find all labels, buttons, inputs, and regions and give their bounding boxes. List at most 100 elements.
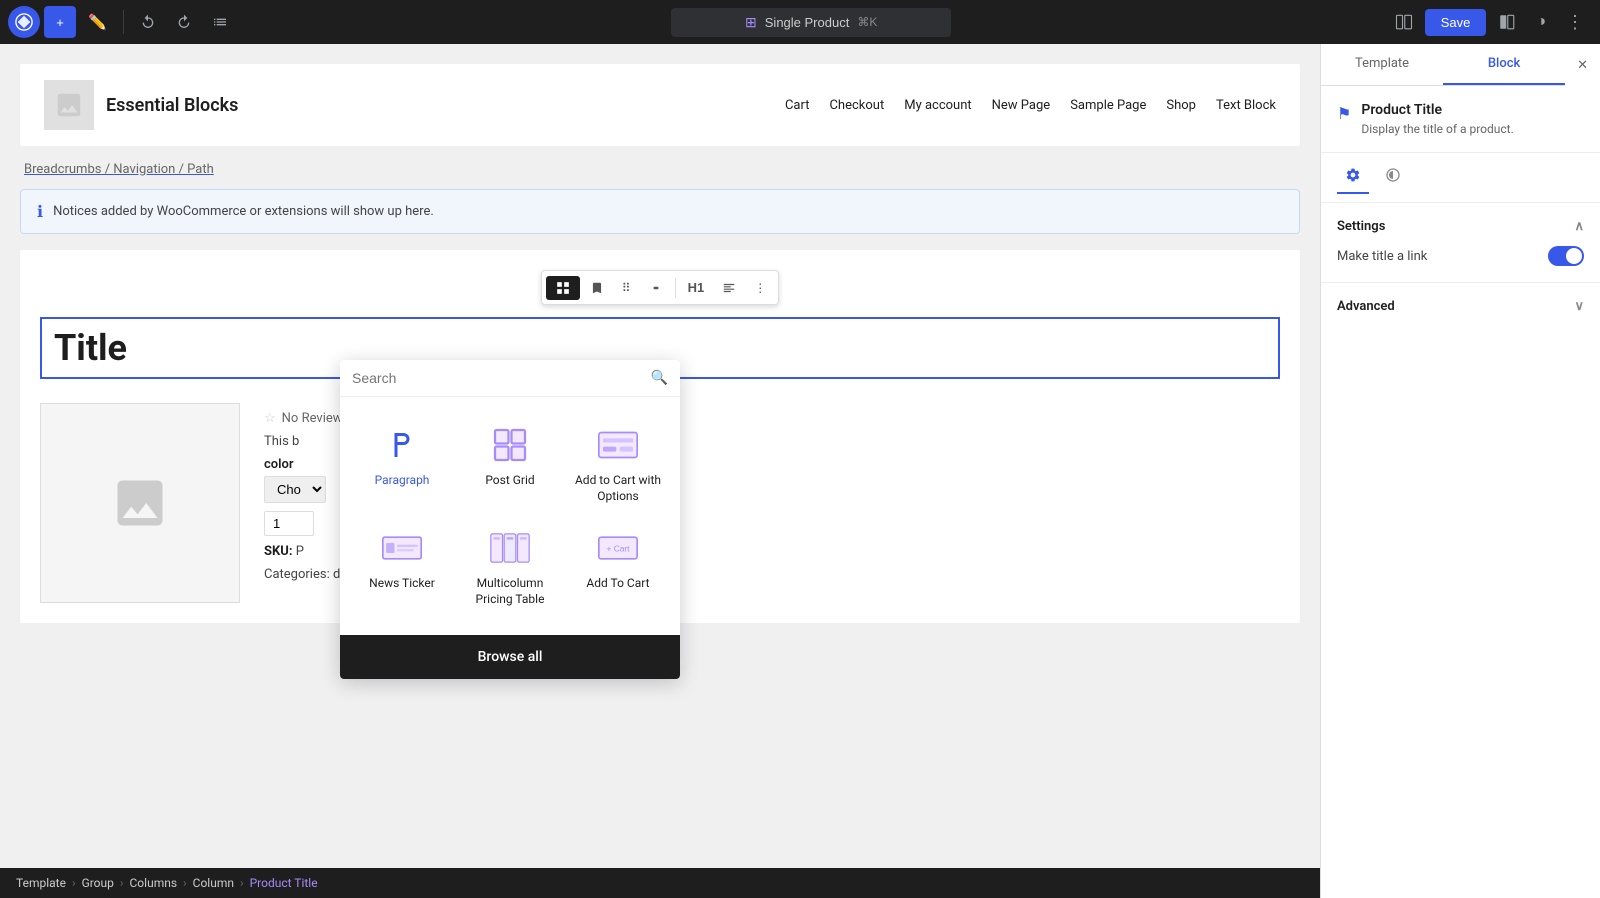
nav-textblock[interactable]: Text Block [1216,98,1276,113]
more-options-button[interactable]: ⋮ [1558,6,1592,39]
breadcrumb-product-title[interactable]: Product Title [250,876,318,890]
nav-cart[interactable]: Cart [785,98,810,113]
inserter-item-post-grid[interactable]: Post Grid [456,413,564,516]
contrast-button[interactable]: ◑ [1528,7,1554,37]
quantity-input[interactable] [264,511,314,536]
notice-text: Notices added by WooCommerce or extensio… [53,204,434,219]
sidebar-tabs-row: Template Block ✕ [1321,44,1600,86]
edit-button[interactable]: ✏️ [80,7,115,37]
bookmark-button[interactable] [582,276,612,300]
breadcrumb-group[interactable]: Group [82,876,114,890]
make-title-link-toggle[interactable] [1548,246,1584,266]
style-icon-tab[interactable] [1377,161,1409,194]
nav-samplepage[interactable]: Sample Page [1070,98,1146,113]
star-icon: ☆ [264,411,276,426]
paragraph-label: Paragraph [375,473,430,489]
breadcrumb-columns[interactable]: Columns [130,876,178,890]
block-toolbar: ⠿ H1 ⋮ [541,270,779,305]
add-to-cart-options-label: Add to Cart with Options [572,473,664,504]
site-nav: Cart Checkout My account New Page Sample… [785,98,1276,113]
page-title-area: ⊞ Single Product ⌘K [240,8,1383,37]
block-search-input[interactable] [352,370,643,386]
close-icon: ✕ [1577,58,1588,73]
post-grid-icon [490,425,530,465]
bookmark-sidebar-icon: ⚑ [1337,104,1351,123]
add-to-cart-label: Add To Cart [586,576,649,592]
add-to-cart-options-icon [598,425,638,465]
breadcrumbs[interactable]: Breadcrumbs / Navigation / Path [20,162,1300,177]
settings-icon-tab[interactable] [1337,161,1369,194]
search-icon: 🔍 [651,370,668,386]
sidebar-product-description: Display the title of a product. [1361,122,1513,136]
inserter-grid: Paragraph Post Grid [340,397,680,635]
list-view-button[interactable] [204,8,236,36]
heading-h1-button[interactable]: H1 [680,275,713,300]
redo-button[interactable] [168,8,200,36]
save-button[interactable]: Save [1425,9,1487,36]
sidebar-icon-tabs [1321,153,1600,203]
inserter-item-news-ticker[interactable]: News Ticker [348,516,456,619]
inserter-item-paragraph[interactable]: Paragraph [348,413,456,516]
inserter-item-add-to-cart[interactable]: + Cart Add To Cart [564,516,672,619]
browse-all-button[interactable]: Browse all [340,635,680,679]
align-button[interactable] [714,276,744,300]
bc-sep-3: › [183,876,187,890]
bottom-breadcrumb: Template › Group › Columns › Column › Pr… [0,868,1320,898]
block-tab[interactable]: Block [1443,44,1565,85]
sidebar-tabs: Template Block [1321,44,1565,86]
site-name: Essential Blocks [106,95,238,116]
site-logo [44,80,94,130]
product-page-icon: ⊞ [745,14,757,31]
site-header: Essential Blocks Cart Checkout My accoun… [20,64,1300,146]
nav-myaccount[interactable]: My account [904,98,971,113]
product-image [40,403,240,603]
advanced-chevron: ∨ [1574,299,1584,314]
toggle-row: Make title a link [1337,246,1584,266]
block-type-button[interactable] [546,276,580,300]
sidebar-product-info: ⚑ Product Title Display the title of a p… [1321,86,1600,153]
page-title-button[interactable]: ⊞ Single Product ⌘K [671,8,951,37]
more-block-options[interactable]: ⋮ [746,276,774,300]
nav-shop[interactable]: Shop [1166,98,1196,113]
site-logo-area: Essential Blocks [44,80,238,130]
breadcrumb-template[interactable]: Template [16,876,66,890]
advanced-label: Advanced [1337,299,1395,314]
wp-logo[interactable] [8,6,40,38]
content-area: Essential Blocks Cart Checkout My accoun… [0,44,1320,898]
settings-chevron: ∧ [1574,219,1584,234]
move-up-down[interactable] [641,276,671,300]
sidebar-close-button[interactable]: ✕ [1565,46,1600,85]
notice-bar: ℹ Notices added by WooCommerce or extens… [20,189,1300,234]
toggle-knob [1566,248,1582,264]
nav-newpage[interactable]: New Page [992,98,1051,113]
bc-sep-2: › [120,876,124,890]
sku-value: P [296,544,304,559]
settings-section-title[interactable]: Settings ∧ [1337,219,1584,234]
add-block-button[interactable]: + [44,6,76,38]
inserter-search-area: 🔍 [340,360,680,397]
view-button[interactable] [1387,7,1421,37]
main-layout: Essential Blocks Cart Checkout My accoun… [0,44,1600,898]
multicolumn-pricing-icon [490,528,530,568]
inserter-item-multicolumn-pricing[interactable]: Multicolumn Pricing Table [456,516,564,619]
block-inserter-popup: 🔍 Paragraph [340,360,680,679]
block-style-button[interactable] [1490,7,1524,37]
nav-checkout[interactable]: Checkout [829,98,884,113]
news-ticker-icon [382,528,422,568]
breadcrumb-column[interactable]: Column [193,876,234,890]
svg-text:+ Cart: + Cart [607,544,631,554]
advanced-section: Advanced ∨ [1321,282,1600,330]
color-select[interactable]: Cho [264,476,326,503]
categories-label: Categories: [264,567,330,582]
template-tab[interactable]: Template [1321,44,1443,85]
top-toolbar: + ✏️ ⊞ Single Product ⌘K Save ◑ ⋮ [0,0,1600,44]
page-title-text: Single Product [765,15,850,30]
multicolumn-pricing-label: Multicolumn Pricing Table [464,576,556,607]
settings-label: Settings [1337,219,1385,234]
paragraph-icon [382,425,422,465]
undo-button[interactable] [132,8,164,36]
inserter-item-add-to-cart-options[interactable]: Add to Cart with Options [564,413,672,516]
advanced-section-title[interactable]: Advanced ∨ [1337,299,1584,314]
toolbar-divider-1 [123,10,124,34]
drag-handle[interactable]: ⠿ [614,276,639,300]
